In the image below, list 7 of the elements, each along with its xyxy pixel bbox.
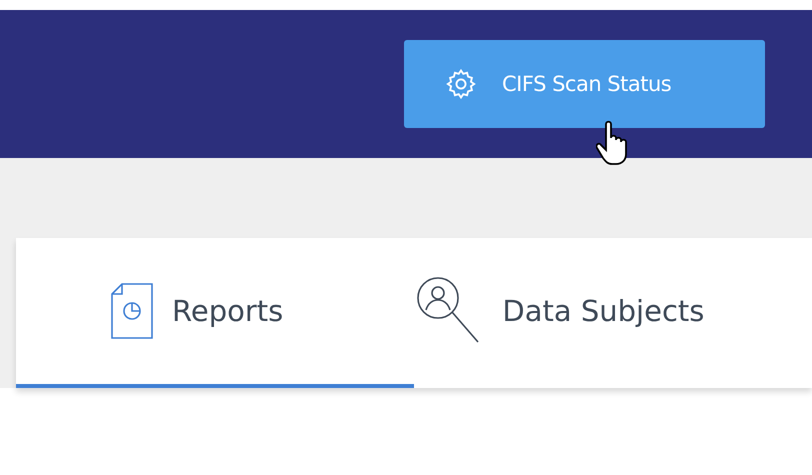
report-icon	[110, 281, 154, 341]
settings-icon	[444, 67, 478, 101]
tab-label: Reports	[172, 294, 284, 328]
tab[interactable]: Data Subjects	[414, 238, 812, 388]
tab[interactable]: Reports	[16, 238, 414, 388]
tab-label: Data Subjects	[502, 294, 704, 328]
hand-cursor-icon	[596, 120, 630, 166]
